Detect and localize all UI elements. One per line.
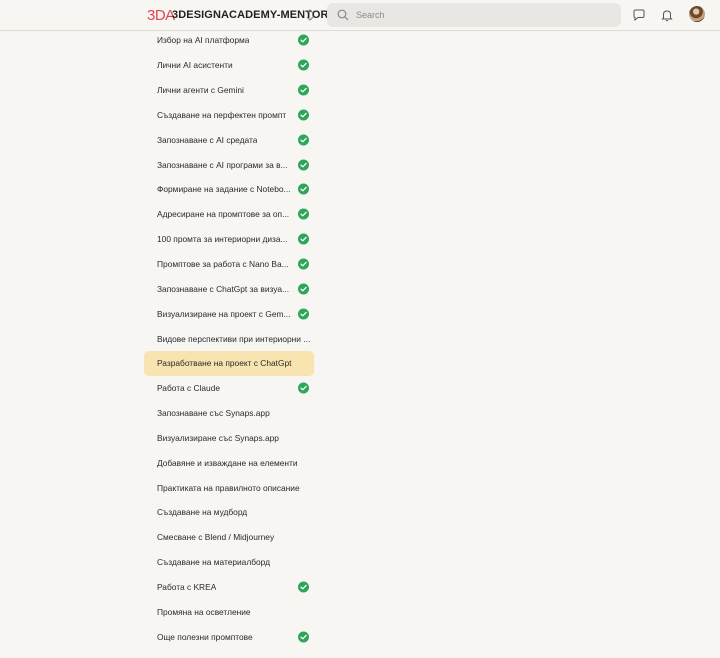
lesson-title: Разработване на проект с ChatGpt: [157, 358, 292, 369]
check-icon: [298, 159, 309, 171]
lesson-title: Работа с Claude: [157, 383, 221, 394]
lesson-item[interactable]: Видове перспективи при интериорни ...: [144, 326, 314, 351]
lesson-title: Запознаване с ChatGpt за визуа...: [157, 283, 290, 294]
lesson-item[interactable]: Избор на AI платформа: [144, 28, 314, 53]
lesson-title: Избор на AI платформа: [157, 35, 250, 46]
check-icon: [298, 208, 309, 220]
lesson-item[interactable]: Запознаване със Synaps.app: [144, 401, 314, 426]
lesson-item[interactable]: Лични агенти с Gemini: [144, 78, 314, 103]
top-bar: 3DA 3DESIGNACADEMY-MENTOR: [0, 0, 720, 31]
lesson-title: Визуализиране със Synaps.app: [157, 432, 279, 443]
check-icon: [298, 233, 309, 245]
lesson-title: Създаване на перфектен промпт: [157, 109, 287, 120]
lesson-title: Създаване на мудборд: [157, 507, 248, 518]
lesson-item[interactable]: Работа с KREA: [144, 575, 314, 600]
lesson-title: Промптове за работа с Nano Ba...: [157, 259, 289, 270]
check-icon: [298, 59, 309, 71]
check-icon: [298, 631, 309, 643]
search-icon: [336, 8, 350, 22]
lesson-title: Визуализиране на проект с Gem...: [157, 308, 291, 319]
lesson-item[interactable]: Създаване на перфектен промпт: [144, 103, 314, 128]
lesson-title: 100 промта за интериорни диза...: [157, 234, 288, 245]
lesson-title: Смесване с Blend / Midjourney: [157, 532, 275, 543]
lesson-item[interactable]: Още полезни промптове: [144, 624, 314, 649]
lesson-item[interactable]: Разработване на проект с ChatGpt: [144, 350, 314, 376]
check-icon: [298, 581, 309, 593]
lesson-title: Запознаване със Synaps.app: [157, 408, 270, 419]
check-icon: [298, 308, 309, 320]
lesson-title: Още полезни промптове: [157, 631, 253, 642]
lesson-title: Добавяне и изваждане на елементи: [157, 457, 298, 468]
lesson-item[interactable]: Формиране на задание с Notebo...: [144, 177, 314, 202]
chat-icon[interactable]: [631, 7, 647, 23]
check-icon: [298, 109, 309, 121]
lesson-item[interactable]: Работа с Claude: [144, 376, 314, 401]
check-icon: [298, 134, 309, 146]
lesson-item[interactable]: Визуализиране на проект с Gem...: [144, 301, 314, 326]
check-icon: [298, 283, 309, 295]
lesson-item[interactable]: Запознаване с ChatGpt за визуа...: [144, 276, 314, 301]
lesson-title: Видове перспективи при интериорни ...: [157, 333, 311, 344]
lesson-title: Практиката на правилното описание: [157, 482, 300, 493]
lesson-title: Промяна на осветление: [157, 606, 251, 617]
lesson-item[interactable]: 100 промта за интериорни диза...: [144, 227, 314, 252]
lesson-item[interactable]: Практиката на правилното описание: [144, 475, 314, 500]
lesson-title: Адресиране на промптове за оп...: [157, 209, 290, 220]
brand-logo: 3DA: [147, 6, 175, 24]
search-bar[interactable]: [327, 3, 621, 27]
workspace-switcher-chevron-icon[interactable]: [303, 7, 317, 23]
lesson-title: Създаване на материалборд: [157, 557, 271, 568]
lesson-title: Запознаване с AI програми за в...: [157, 159, 288, 170]
lesson-item[interactable]: Създаване на материалборд: [144, 550, 314, 575]
check-icon: [298, 258, 309, 270]
lesson-item[interactable]: Промптове за работа с Nano Ba...: [144, 252, 314, 277]
lesson-item[interactable]: Адресиране на промптове за оп...: [144, 202, 314, 227]
lesson-item[interactable]: Запознаване с AI програми за в...: [144, 152, 314, 177]
lesson-item[interactable]: Запознаване с AI средата: [144, 127, 314, 152]
lesson-item[interactable]: Визуализиране със Synaps.app: [144, 426, 314, 451]
check-icon: [298, 382, 309, 394]
lesson-item[interactable]: Промяна на осветление: [144, 599, 314, 624]
lesson-title: Запознаване с AI средата: [157, 134, 258, 145]
bell-icon[interactable]: [659, 7, 675, 23]
lesson-title: Лични AI асистенти: [157, 60, 233, 71]
lesson-item[interactable]: Създаване на мудборд: [144, 500, 314, 525]
lesson-list: Избор на AI платформа Лични AI асистенти Л…: [144, 28, 316, 649]
lesson-title: Работа с KREA: [157, 581, 217, 592]
lesson-item[interactable]: Смесване с Blend / Midjourney: [144, 525, 314, 550]
check-icon: [298, 183, 309, 195]
lesson-title: Формиране на задание с Notebo...: [157, 184, 291, 195]
lesson-title: Лични агенти с Gemini: [157, 85, 244, 96]
lesson-item[interactable]: Добавяне и изваждане на елементи: [144, 450, 314, 475]
search-input[interactable]: [356, 10, 596, 20]
brand[interactable]: 3DA 3DESIGNACADEMY-MENTOR: [147, 5, 329, 25]
check-icon: [298, 84, 309, 96]
lesson-item[interactable]: Лични AI асистенти: [144, 53, 314, 78]
check-icon: [298, 34, 309, 46]
avatar[interactable]: [689, 6, 705, 22]
